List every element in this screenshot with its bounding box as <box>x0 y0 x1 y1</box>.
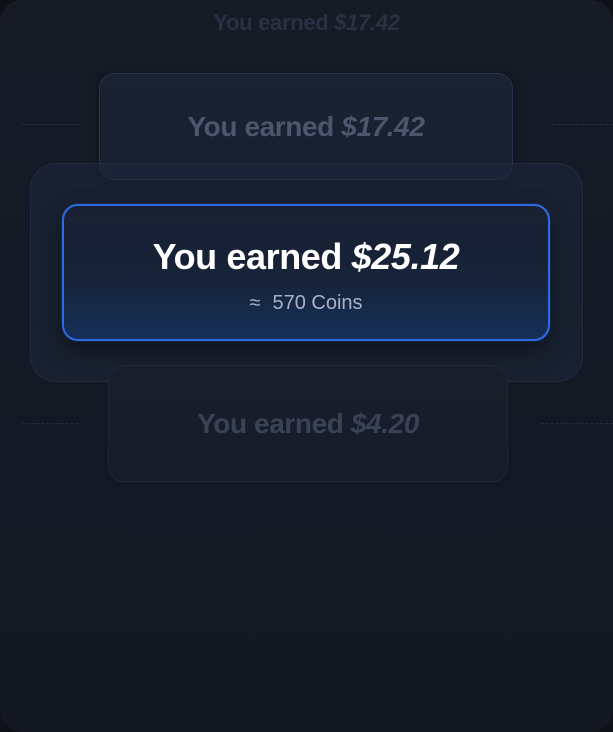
approx-icon: ≈ <box>249 292 261 314</box>
earning-next-amount: $4.20 <box>350 408 419 439</box>
divider-left-top <box>22 124 78 125</box>
earning-option-selected[interactable]: You earned $25.12 ≈570 Coins <box>62 204 550 341</box>
ghost-earning-prefix: You earned <box>213 10 329 35</box>
divider-right-top <box>552 124 613 125</box>
earning-selected-amount: $25.12 <box>351 236 460 277</box>
earnings-picker-panel: You earned $17.42 You earned $17.42 You … <box>0 0 613 732</box>
earning-selected-prefix: You earned <box>152 236 343 277</box>
ghost-earning-amount: $17.42 <box>334 10 400 35</box>
earning-option-next-label: You earned $4.20 <box>109 408 507 440</box>
earning-next-prefix: You earned <box>197 408 344 439</box>
coins-conversion: ≈570 Coins <box>64 292 548 315</box>
earning-previous-amount: $17.42 <box>341 111 425 142</box>
ghost-earning-option[interactable]: You earned $17.42 <box>0 10 613 36</box>
divider-right-bottom <box>541 423 613 424</box>
earning-option-next[interactable]: You earned $4.20 <box>108 365 508 482</box>
coins-amount: 570 Coins <box>272 292 363 314</box>
earning-option-previous-label: You earned $17.42 <box>100 111 512 143</box>
divider-left-bottom <box>22 423 78 424</box>
earning-selected-label: You earned $25.12 <box>64 236 548 278</box>
earning-previous-prefix: You earned <box>187 111 334 142</box>
